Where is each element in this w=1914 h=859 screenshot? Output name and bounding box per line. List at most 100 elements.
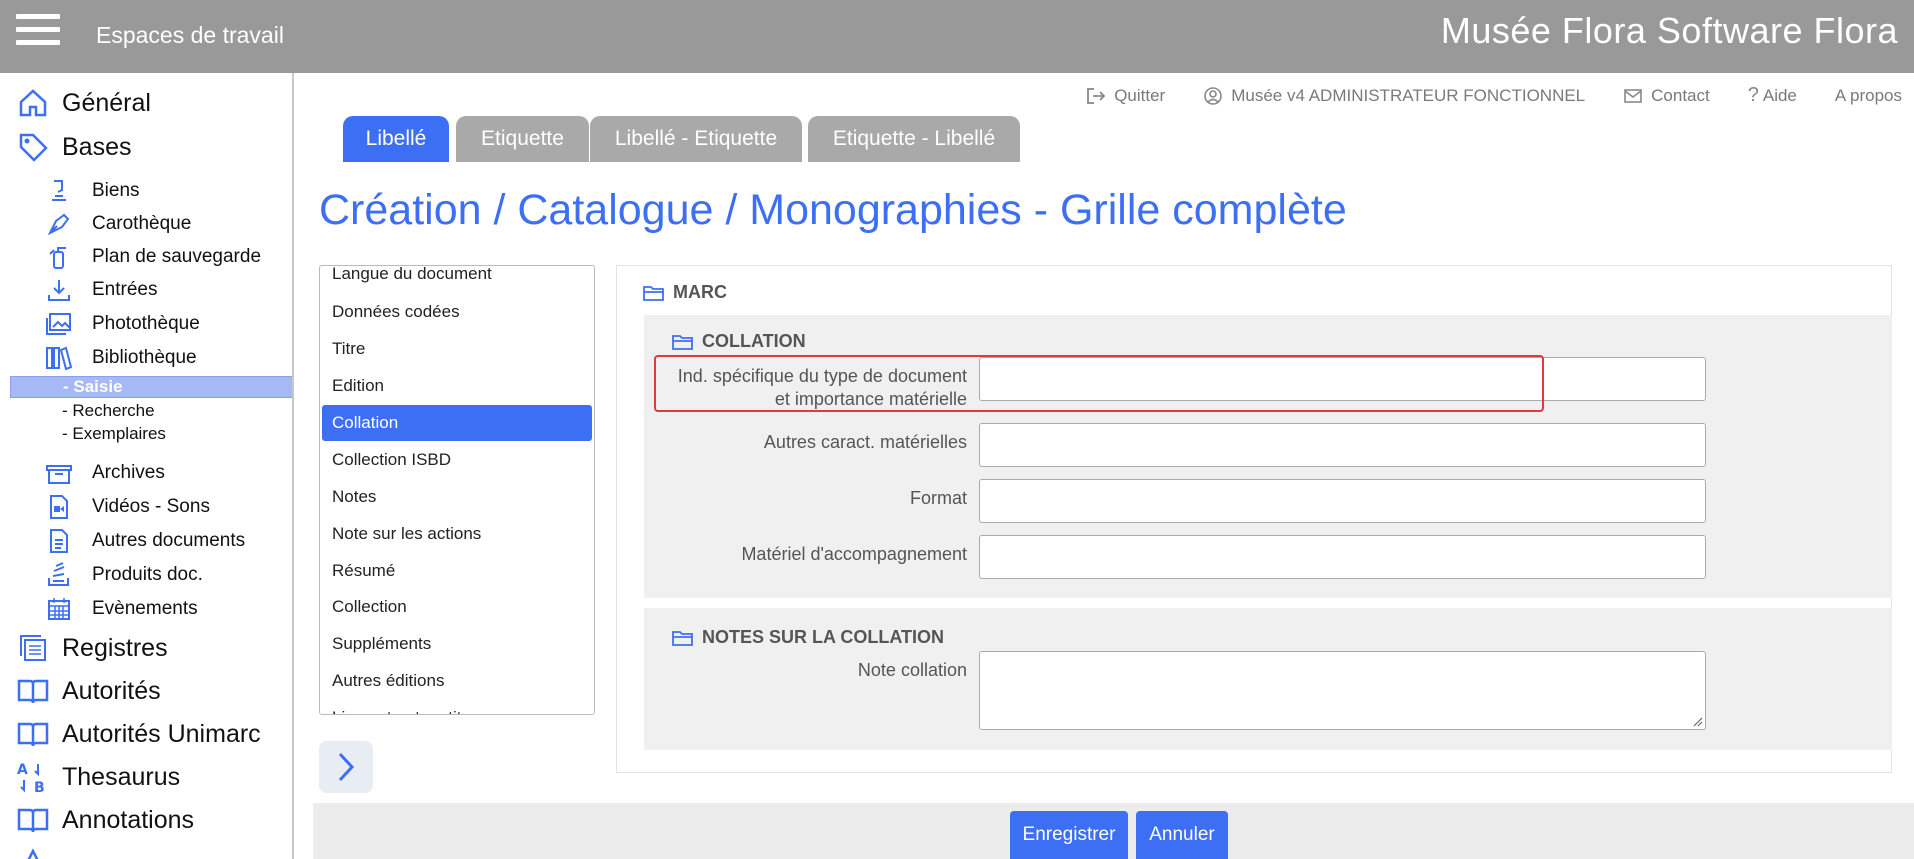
sidebar-item-produits-doc[interactable]: Produits doc. bbox=[44, 560, 203, 590]
user-link[interactable]: Musée v4 ADMINISTRATEUR FONCTIONNEL bbox=[1203, 84, 1585, 107]
list-item[interactable]: Résumé bbox=[322, 553, 592, 589]
sidebar-item-biens[interactable]: Biens bbox=[44, 176, 140, 206]
sidebar-item-registres[interactable]: Registres bbox=[16, 628, 168, 668]
sidebar-item-archives[interactable]: Archives bbox=[44, 458, 165, 488]
svg-text:A: A bbox=[17, 762, 28, 778]
registers-icon bbox=[16, 631, 50, 665]
fire-extinguisher-icon bbox=[44, 242, 74, 272]
materiel-input[interactable] bbox=[979, 535, 1706, 579]
sidebar-item-videos-sons[interactable]: Vidéos - Sons bbox=[44, 492, 210, 522]
list-item[interactable]: Note sur les actions bbox=[322, 516, 592, 552]
section-collation[interactable]: COLLATION bbox=[672, 331, 806, 352]
field-list[interactable]: Langue du document Données codées Titre … bbox=[319, 265, 595, 715]
sidebar-item-plan-sauvegarde[interactable]: Plan de sauvegarde bbox=[44, 242, 261, 272]
list-item[interactable]: Langue du document bbox=[322, 266, 592, 292]
list-item[interactable]: Collection ISBD bbox=[322, 442, 592, 478]
utility-links: Quitter Musée v4 ADMINISTRATEUR FONCTION… bbox=[1048, 84, 1902, 107]
sidebar-item-exemplaires[interactable]: - Exemplaires bbox=[62, 423, 166, 445]
list-item[interactable]: Autres éditions bbox=[322, 663, 592, 699]
list-item[interactable]: Suppléments bbox=[322, 626, 592, 662]
list-item[interactable]: Collection bbox=[322, 589, 592, 625]
folder-icon bbox=[672, 334, 693, 350]
stack-icon bbox=[44, 560, 74, 590]
list-item-selected[interactable]: Collation bbox=[322, 405, 592, 441]
list-item[interactable]: Liens et autres titres bbox=[322, 700, 592, 714]
autres-caract-input[interactable] bbox=[979, 423, 1706, 467]
contact-label: Contact bbox=[1651, 85, 1710, 105]
sidebar-item-label: Autorités Unimarc bbox=[62, 719, 261, 748]
sidebar-item-annotations[interactable]: Annotations bbox=[16, 800, 194, 840]
tag-icon bbox=[16, 130, 50, 164]
sidebar-item-label: Produits doc. bbox=[92, 564, 203, 585]
save-button[interactable]: Enregistrer bbox=[1010, 811, 1128, 859]
highlight-box bbox=[654, 355, 1544, 412]
menu-icon[interactable] bbox=[16, 14, 60, 48]
calendar-icon bbox=[44, 594, 74, 624]
sidebar-item-label: Evènements bbox=[92, 598, 198, 619]
section-title: NOTES SUR LA COLLATION bbox=[702, 627, 944, 647]
help-link[interactable]: ? Aide bbox=[1748, 84, 1797, 107]
workspace-label[interactable]: Espaces de travail bbox=[96, 22, 284, 49]
sidebar-item-label: Carothèque bbox=[92, 213, 192, 234]
sidebar-item-autres-documents[interactable]: Autres documents bbox=[44, 526, 245, 556]
quit-link[interactable]: Quitter bbox=[1086, 84, 1165, 107]
sidebar-item-general[interactable]: Général bbox=[16, 83, 151, 123]
tab-libelle-etiquette[interactable]: Libellé - Etiquette bbox=[590, 116, 802, 162]
triangle-icon bbox=[16, 846, 50, 859]
sidebar-item-bibliotheque[interactable]: Bibliothèque bbox=[44, 343, 197, 373]
note-collation-textarea[interactable] bbox=[979, 651, 1706, 730]
sidebar-item-partial[interactable] bbox=[16, 843, 62, 859]
sidebar-item-saisie[interactable]: - Saisie bbox=[10, 376, 292, 398]
book-open-icon bbox=[16, 717, 50, 751]
about-link[interactable]: A propos bbox=[1835, 84, 1902, 107]
top-bar: Espaces de travail Musée Flora Software … bbox=[0, 0, 1914, 73]
sidebar-item-entrees[interactable]: Entrées bbox=[44, 275, 157, 305]
tab-etiquette[interactable]: Etiquette bbox=[456, 116, 589, 162]
archive-box-icon bbox=[44, 458, 74, 488]
sidebar-item-label: Annotations bbox=[62, 805, 195, 834]
format-input[interactable] bbox=[979, 479, 1706, 523]
video-file-icon bbox=[44, 492, 74, 522]
tab-etiquette-libelle[interactable]: Etiquette - Libellé bbox=[808, 116, 1020, 162]
sidebar-item-thesaurus[interactable]: AB Thesaurus bbox=[16, 757, 180, 797]
cancel-button[interactable]: Annuler bbox=[1136, 811, 1228, 859]
sidebar-item-label: Général bbox=[62, 88, 151, 117]
about-label: A propos bbox=[1834, 85, 1902, 105]
sidebar-item-label: Registres bbox=[62, 633, 168, 662]
section-title: COLLATION bbox=[702, 331, 806, 351]
resize-handle-icon[interactable] bbox=[1691, 715, 1703, 727]
sidebar-item-label: Biens bbox=[92, 180, 140, 201]
sidebar: Général Bases Biens Carothèque Plan de s… bbox=[0, 73, 294, 859]
sidebar-item-autorites[interactable]: Autorités bbox=[16, 671, 161, 711]
sidebar-item-recherche[interactable]: - Recherche bbox=[62, 400, 155, 422]
envelope-icon bbox=[1624, 88, 1642, 103]
sidebar-item-evenements[interactable]: Evènements bbox=[44, 594, 198, 624]
list-item[interactable]: Edition bbox=[322, 368, 592, 404]
tab-libelle[interactable]: Libellé bbox=[343, 116, 449, 162]
next-button[interactable] bbox=[319, 741, 373, 793]
sidebar-item-label: - Saisie bbox=[63, 377, 123, 396]
user-circle-icon bbox=[1204, 86, 1223, 105]
section-marc[interactable]: MARC bbox=[643, 282, 727, 303]
sidebar-item-phototheque[interactable]: Photothèque bbox=[44, 309, 200, 339]
sidebar-item-label: Autres documents bbox=[92, 530, 246, 551]
sort-alpha-icon: AB bbox=[16, 760, 50, 794]
list-item[interactable]: Titre bbox=[322, 331, 592, 367]
sidebar-item-autorites-unimarc[interactable]: Autorités Unimarc bbox=[16, 714, 261, 754]
list-item[interactable]: Données codées bbox=[322, 294, 592, 330]
page-title: Création / Catalogue / Monographies - Gr… bbox=[319, 186, 1347, 234]
folder-icon bbox=[643, 285, 664, 301]
contact-link[interactable]: Contact bbox=[1623, 84, 1710, 107]
field-label-autres-caract: Autres caract. matérielles bbox=[763, 432, 967, 452]
section-notes-collation[interactable]: NOTES SUR LA COLLATION bbox=[672, 627, 944, 648]
sidebar-item-label: Archives bbox=[92, 462, 165, 483]
sidebar-item-label: Photothèque bbox=[92, 313, 200, 334]
list-item[interactable]: Notes bbox=[322, 479, 592, 515]
help-label: Aide bbox=[1762, 85, 1797, 105]
book-open-icon bbox=[16, 803, 50, 837]
sidebar-item-carotheque[interactable]: Carothèque bbox=[44, 209, 191, 239]
home-icon bbox=[16, 86, 50, 120]
quit-label: Quitter bbox=[1114, 85, 1166, 105]
sidebar-item-bases[interactable]: Bases bbox=[16, 127, 131, 167]
field-label-materiel: Matériel d'accompagnement bbox=[741, 544, 967, 564]
